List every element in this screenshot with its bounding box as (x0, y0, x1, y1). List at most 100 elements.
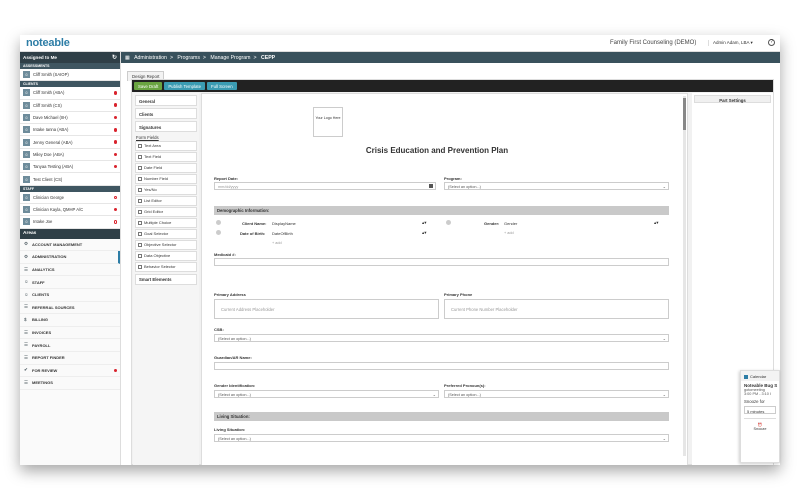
palette-field-text-field[interactable]: Text Field (135, 151, 197, 162)
field-type-icon (138, 264, 142, 269)
palette-field-yes-no[interactable]: Yes/No (135, 184, 197, 195)
assigned-to-me-header: Assigned to Me ↻ (20, 52, 120, 63)
snooze-button[interactable]: ⏰ Snooze (744, 418, 776, 435)
report-date-input[interactable]: mm/dd/yyyy (214, 182, 436, 190)
publish-template-button[interactable]: Publish Template (164, 82, 205, 90)
area-label: PAYROLL (32, 342, 51, 348)
reorder-arrows-icon[interactable]: ▴▾ (422, 230, 427, 236)
area-item-report-finder[interactable]: ☰ REPORT FINDER (20, 352, 120, 365)
app-logo[interactable]: noteable (26, 37, 70, 49)
area-item-for-review[interactable]: ✔ FOR REVIEW (20, 365, 120, 378)
chevron-down-icon: ⌄ (432, 392, 436, 397)
area-item-meetings[interactable]: ☰ MEETINGS (20, 377, 120, 390)
snooze-duration-select[interactable]: 5 minutes (744, 406, 776, 414)
client-item[interactable]: ☺ Intake Ianna (ABA) (20, 124, 120, 137)
save-draft-button[interactable]: Save Draft (134, 82, 163, 90)
breadcrumb-manage-program[interactable]: Manage Program (210, 55, 250, 61)
primary-phone-input[interactable]: Current Phone Number Placeholder (444, 299, 669, 319)
palette-field-grid-editor[interactable]: Grid Editor (135, 206, 197, 217)
client-item[interactable]: ☺ Test Client (CS) (20, 173, 120, 186)
area-item-billing[interactable]: $ BILLING (20, 314, 120, 327)
client-item-label: Tanyaa Testing (ABA) (33, 164, 74, 170)
palette-field-label: Goal Selector (144, 231, 169, 237)
breadcrumb-programs[interactable]: Programs (177, 55, 200, 61)
logo-placeholder[interactable]: Your Logo Here (313, 107, 343, 137)
palette-general[interactable]: General (135, 95, 197, 106)
primary-address-input[interactable]: Current Address Placeholder (214, 299, 439, 319)
area-label: CLIENTS (32, 292, 50, 298)
area-item-invoices[interactable]: ☰ INVOICES (20, 327, 120, 340)
help-icon[interactable]: ? (768, 39, 775, 46)
medicaid-input[interactable] (214, 258, 669, 266)
add-field-link[interactable]: + add (504, 231, 514, 235)
reorder-arrows-icon[interactable]: ▴▾ (422, 220, 427, 226)
client-name-radio[interactable] (216, 220, 221, 225)
alert-dot-icon (113, 103, 117, 107)
client-item[interactable]: ☺ Cliff Smith (ABA) (20, 87, 120, 100)
reorder-arrows-icon[interactable]: ▴▾ (654, 220, 659, 226)
client-item[interactable]: ☺ Cliff Smith (CS) (20, 99, 120, 112)
report-date-placeholder: mm/dd/yyyy (218, 184, 239, 189)
dob-radio[interactable] (216, 230, 221, 235)
living-situation-select[interactable]: (Select an option...) ⌄ (214, 434, 669, 442)
client-item[interactable]: ☺ Jenny General (ABA) (20, 136, 120, 149)
staff-item[interactable]: ☺ Clinician George (20, 191, 120, 204)
csb-label: CSB: (214, 327, 224, 332)
palette-field-list-editor[interactable]: List Editor (135, 195, 197, 206)
breadcrumb-administration[interactable]: Administration (134, 55, 167, 61)
client-item[interactable]: ☺ Miley Doe (ABA) (20, 148, 120, 162)
area-item-referral-sources[interactable]: ☰ REFERRAL SOURCES (20, 302, 120, 315)
pronouns-select[interactable]: (Select an option...) ⌄ (444, 390, 669, 398)
user-menu[interactable]: Admin Adam, LBA ▾ (708, 40, 753, 46)
program-select[interactable]: (Select an option...) ⌄ (444, 182, 669, 190)
calendar-icon[interactable] (429, 184, 433, 188)
refresh-icon[interactable]: ↻ (112, 54, 117, 61)
staff-item[interactable]: ☺ Clinician Kayla, QMHP A/C (20, 203, 120, 217)
full-screen-button[interactable]: Full Screen (206, 82, 237, 90)
add-field-link[interactable]: + add (272, 241, 282, 245)
palette-field-data-objective[interactable]: Data Objective (135, 250, 197, 261)
gender-id-select[interactable]: (Select an option...) ⌄ (214, 390, 439, 398)
client-item[interactable]: ☺ Dave Michael (IIH) (20, 111, 120, 125)
area-item-administration[interactable]: ⚙ ADMINISTRATION (20, 251, 120, 264)
field-type-icon (138, 231, 142, 236)
palette-field-objective-selector[interactable]: Objective Selector (135, 239, 197, 250)
main-content: Design Report Save Draft Publish Templat… (121, 63, 780, 465)
breadcrumb-separator: > (202, 54, 206, 61)
area-item-payroll[interactable]: ☰ PAYROLL (20, 339, 120, 352)
palette-field-multiple-choice[interactable]: Multiple Choice (135, 217, 197, 228)
part-settings-header: Part Settings (694, 95, 771, 103)
pronouns-label: Preferred Pronoun(s): (444, 383, 486, 388)
area-item-analytics[interactable]: ☰ ANALYTICS (20, 264, 120, 277)
staff-item[interactable]: ☺ Intake Joe (20, 216, 120, 229)
palette-clients[interactable]: Clients (135, 108, 197, 119)
palette-field-text-area[interactable]: Text Area (135, 141, 197, 151)
canvas-scrollbar[interactable] (683, 96, 686, 456)
guardian-input[interactable] (214, 362, 669, 370)
palette-field-number-field[interactable]: Number Field (135, 173, 197, 184)
area-item-account-management[interactable]: ⚙ ACCOUNT MANAGEMENT (20, 239, 120, 252)
calendar-notification[interactable]: Calendar Noteable Bug S gotomeeting 3:00… (740, 370, 780, 463)
alert-dot-icon (113, 207, 117, 212)
area-icon: ☰ (24, 354, 29, 360)
palette-field-date-field[interactable]: Date Field (135, 162, 197, 173)
palette-smart-elements[interactable]: Smart Elements (135, 273, 197, 285)
area-item-staff[interactable]: ☺ STAFF (20, 276, 120, 289)
area-item-clients[interactable]: ☺ CLIENTS (20, 289, 120, 302)
area-icon: ⚙ (24, 253, 29, 259)
gender-radio[interactable] (446, 220, 451, 225)
living-situation-section-header: Living Situation: (214, 412, 669, 421)
field-type-icon (138, 176, 142, 181)
area-label: BILLING (32, 317, 48, 323)
palette-signatures[interactable]: Signatures (135, 121, 197, 132)
snooze-button-label: Snooze (753, 427, 767, 431)
scrollbar-thumb[interactable] (683, 98, 686, 130)
breadcrumb-home-icon[interactable]: ▦ (125, 55, 130, 61)
client-item-label: Jenny General (ABA) (33, 139, 73, 145)
designer-workspace: Save Draft Publish Template Full Screen … (131, 79, 774, 465)
assessment-item[interactable]: ☺ Cliff Smith (SAIOP) (20, 69, 120, 82)
client-item[interactable]: ☺ Tanyaa Testing (ABA) (20, 161, 120, 174)
csb-select[interactable]: (Select an option...) ⌄ (214, 334, 669, 342)
palette-field-goal-selector[interactable]: Goal Selector (135, 228, 197, 239)
palette-field-behavior-selector[interactable]: Behavior Selector (135, 261, 197, 272)
